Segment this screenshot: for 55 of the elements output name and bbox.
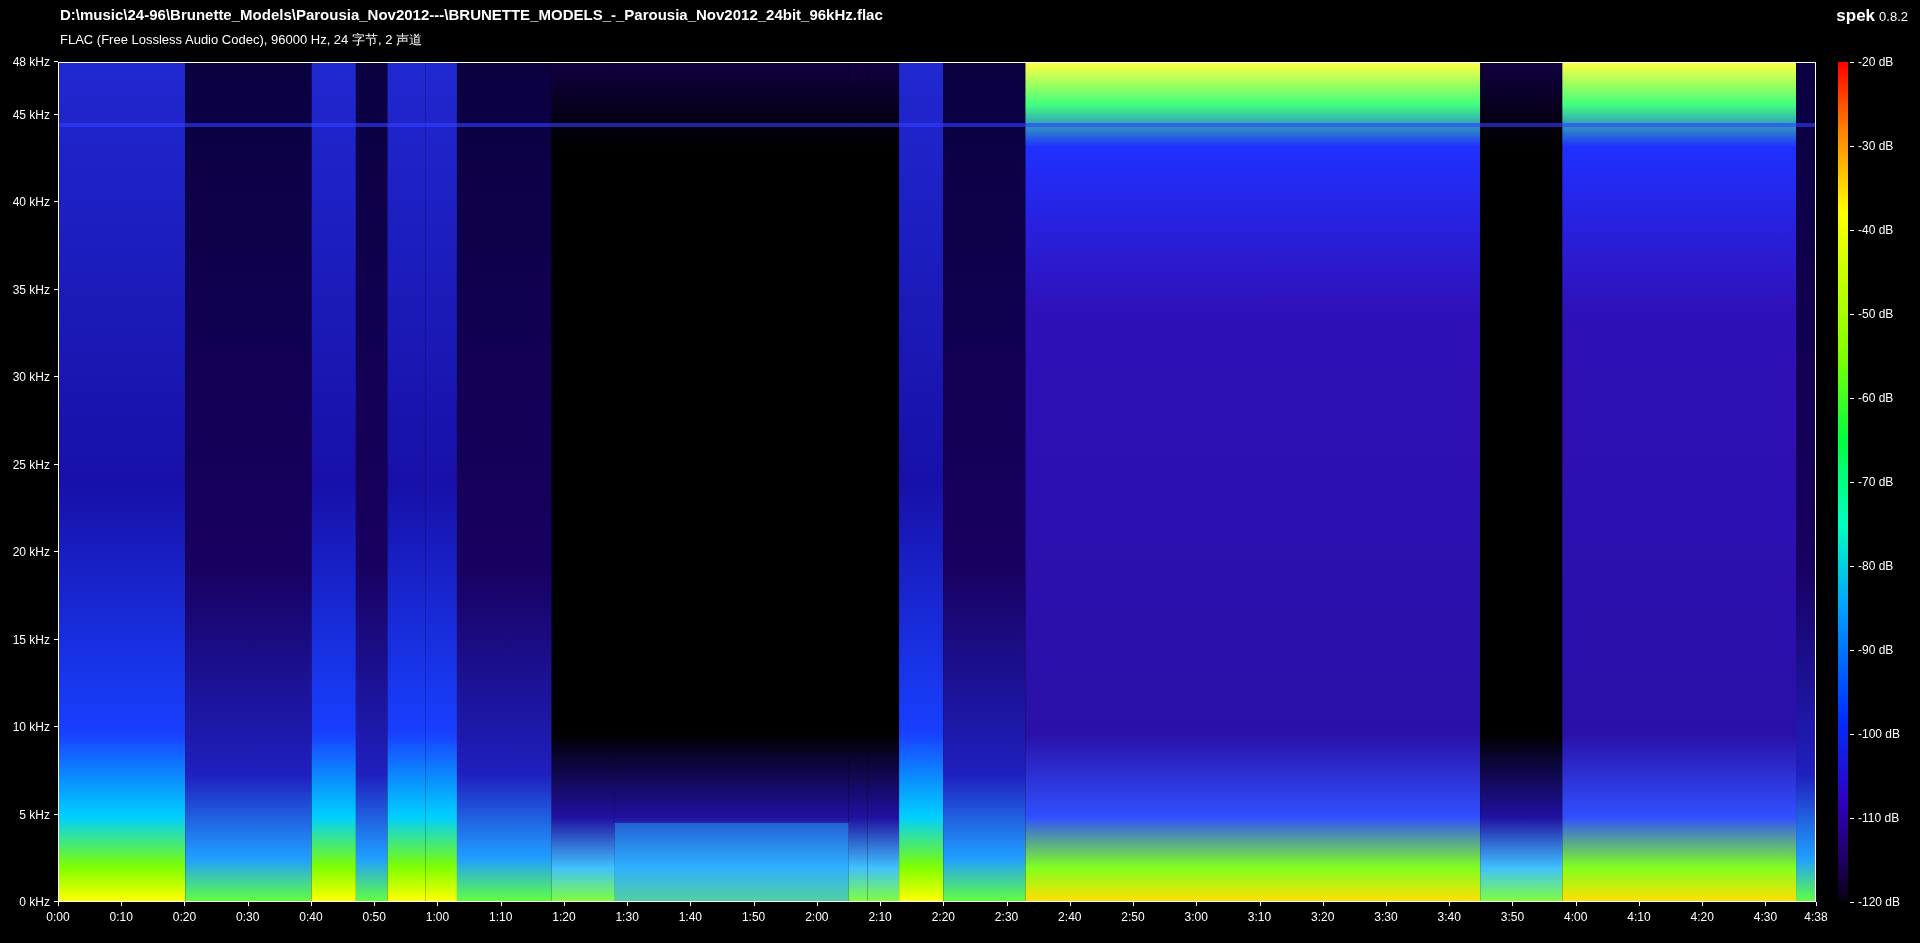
time-label: 3:10: [1247, 910, 1272, 924]
time-label: 3:40: [1437, 910, 1461, 924]
time-label: 1:00: [425, 910, 450, 924]
time-label: 2:40: [1058, 910, 1082, 924]
frequency-label: 25 kHz: [12, 457, 50, 472]
file-path-title: D:\music\24-96\Brunette_Models\Parousia_Nov2012---\BRUNETTE_MODELS_-_Parousia_Nov2012_24bit_96kHz.flac: [60, 6, 883, 23]
time-label: 2:50: [1121, 910, 1145, 924]
frequency-label: 15 kHz: [12, 632, 50, 647]
time-label: 4:20: [1690, 910, 1714, 924]
time-label: 4:00: [1564, 910, 1588, 924]
time-label: 0:20: [172, 910, 197, 924]
time-label: 0:10: [109, 910, 133, 924]
time-label: 2:30: [994, 910, 1019, 924]
time-label: 1:40: [678, 910, 703, 924]
time-label: 3:30: [1374, 910, 1398, 924]
frequency-label: 48 kHz: [12, 55, 50, 69]
decibel-label: -30 dB: [1858, 139, 1894, 153]
time-label: 1:20: [552, 910, 576, 924]
app-version: 0.8.2: [1879, 9, 1908, 24]
decibel-label: -40 dB: [1858, 223, 1894, 237]
time-label: 2:00: [805, 910, 829, 924]
time-label: 2:10: [868, 910, 892, 924]
decibel-label: -20 dB: [1858, 55, 1894, 69]
time-label: 3:50: [1500, 910, 1525, 924]
time-label: 1:50: [741, 910, 766, 924]
frequency-label: 45 kHz: [12, 107, 50, 122]
time-label: 1:10: [489, 910, 513, 924]
time-label: 3:20: [1311, 910, 1335, 924]
audio-format-info: FLAC (Free Lossless Audio Codec), 96000 Hz, 24 字节, 2 声道: [60, 31, 423, 49]
decibel-label: -90 dB: [1858, 643, 1894, 657]
frequency-label: 35 kHz: [12, 282, 50, 297]
decibel-label: -50 dB: [1858, 307, 1894, 321]
frequency-label: 10 kHz: [12, 720, 50, 734]
decibel-label: -100 dB: [1858, 727, 1901, 741]
time-label: 0:50: [362, 910, 386, 924]
time-label: 2:20: [931, 910, 955, 924]
frequency-label: 0 kHz: [19, 895, 50, 909]
decibel-label: -110 dB: [1858, 811, 1900, 825]
time-label: 0:40: [299, 910, 323, 924]
time-label: 3:00: [1184, 910, 1208, 924]
decibel-label: -120 dB: [1858, 895, 1901, 909]
time-label: 0:00: [46, 910, 70, 924]
frequency-label: 20 kHz: [12, 545, 50, 559]
decibel-label: -60 dB: [1858, 391, 1894, 405]
time-label: 4:30: [1753, 910, 1778, 924]
app-name: spek: [1836, 6, 1876, 26]
time-label: 4:38: [1804, 910, 1828, 924]
time-label: 0:30: [236, 910, 260, 924]
decibel-label: -70 dB: [1858, 475, 1894, 489]
decibel-label: -80 dB: [1858, 559, 1894, 573]
time-label: 4:10: [1627, 910, 1651, 924]
frequency-label: 30 kHz: [12, 370, 50, 384]
frequency-label: 5 kHz: [19, 807, 50, 822]
frequency-label: 40 kHz: [12, 195, 50, 209]
time-label: 1:30: [615, 910, 639, 924]
